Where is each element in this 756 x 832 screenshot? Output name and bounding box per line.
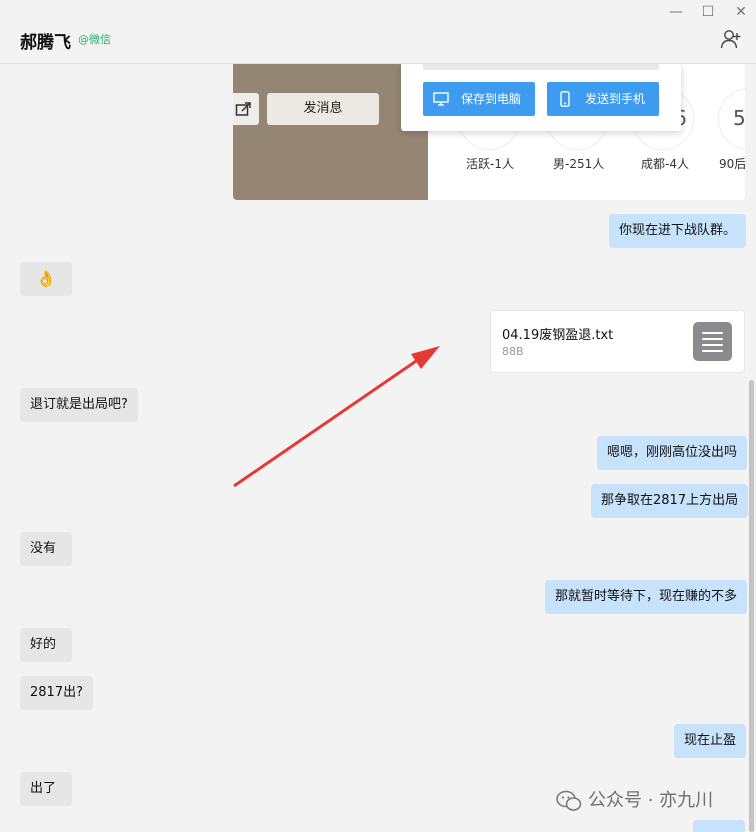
message-bubble[interactable]: 出了: [20, 772, 72, 806]
share-button[interactable]: [233, 93, 259, 125]
save-to-pc-label: 保存到电脑: [461, 92, 522, 106]
stat-label-male: 男-251人: [553, 157, 605, 171]
file-message[interactable]: 04.19废钢盈退.txt 88B: [490, 310, 745, 373]
watermark-text: 公众号 · 亦九川: [588, 790, 714, 811]
phone-icon: [560, 91, 570, 107]
message-bubble[interactable]: 那争取在2817上方出局: [591, 484, 749, 518]
contact-wechat-tag: @微信: [78, 33, 111, 46]
add-user-icon[interactable]: [720, 28, 742, 50]
send-message-button[interactable]: 发消息: [267, 93, 379, 125]
card-photo: [233, 64, 428, 200]
message-bubble-partial[interactable]: [693, 820, 745, 832]
stat-label-age: 90后: [719, 157, 745, 171]
message-bubble[interactable]: 好的: [20, 628, 72, 662]
file-action-popup: 保存到电脑 发送到手机: [401, 64, 681, 131]
maximize-icon[interactable]: ☐: [700, 4, 716, 20]
message-bubble[interactable]: 那就暂时等待下，现在赚的不多: [545, 580, 748, 614]
message-bubble[interactable]: 你现在进下战队群。: [609, 214, 747, 248]
message-list[interactable]: 发消息 6 50 活跃-1人 男-251人 成都-4人 90后: [0, 64, 756, 832]
message-bubble[interactable]: 现在止盈: [674, 724, 747, 758]
chat-window: 郝腾飞 @微信 — ☐ ✕ 发消息 6: [0, 0, 756, 832]
stat-value-age: 50: [733, 106, 745, 130]
message-bubble[interactable]: 没有: [20, 532, 72, 566]
send-to-phone-label: 发送到手机: [585, 92, 646, 106]
text-file-icon: [693, 322, 732, 361]
save-to-pc-button[interactable]: 保存到电脑: [423, 82, 535, 116]
stat-label-city: 成都-4人: [641, 157, 689, 171]
file-size: 88B: [502, 345, 524, 358]
monitor-icon: [433, 92, 449, 106]
stat-label-active: 活跃-1人: [466, 157, 514, 171]
file-name: 04.19废钢盈退.txt: [502, 328, 614, 343]
message-bubble[interactable]: 退订就是出局吧?: [20, 388, 138, 422]
minimize-icon[interactable]: —: [668, 4, 684, 20]
message-bubble[interactable]: 2817出?: [20, 676, 93, 710]
message-bubble[interactable]: 嗯嗯，刚刚高位没出吗: [597, 436, 748, 470]
chat-header: 郝腾飞 @微信 — ☐ ✕: [0, 0, 756, 64]
wechat-logo-icon: [556, 790, 582, 811]
popup-divider: [423, 64, 659, 70]
close-icon[interactable]: ✕: [733, 4, 749, 20]
share-icon: [235, 102, 251, 116]
contact-name[interactable]: 郝腾飞: [20, 28, 71, 53]
scrollbar[interactable]: [749, 380, 754, 832]
stat-circle-age: 50: [718, 88, 745, 150]
send-to-phone-button[interactable]: 发送到手机: [547, 82, 659, 116]
message-bubble[interactable]: 👌: [20, 262, 72, 296]
